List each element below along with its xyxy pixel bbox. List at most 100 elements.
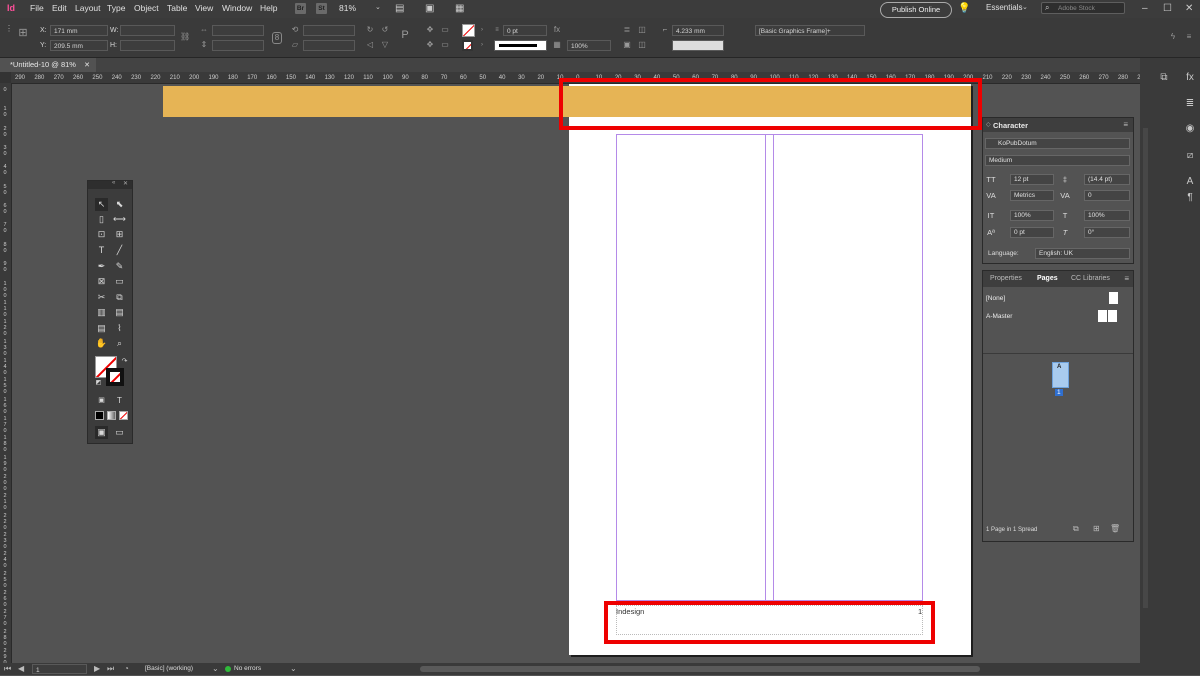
gradient-swatch-tool-icon[interactable]: ▥: [95, 306, 108, 319]
scissors-tool-icon[interactable]: ✂: [95, 291, 108, 304]
opacity-field[interactable]: 100%: [567, 40, 611, 51]
previous-page-icon[interactable]: ◀: [18, 664, 24, 673]
rotate-cw-icon[interactable]: ↻: [365, 25, 375, 35]
menu-edit[interactable]: Edit: [52, 3, 67, 13]
a-master-right-thumbnail[interactable]: [1108, 310, 1117, 322]
x-position-field[interactable]: 171 mm: [50, 25, 108, 36]
menu-help[interactable]: Help: [260, 3, 277, 13]
font-size-field[interactable]: 12 pt: [1010, 174, 1054, 185]
free-transform-tool-icon[interactable]: ⧉: [113, 291, 126, 304]
tools-panel-header[interactable]: « ✕: [88, 180, 132, 189]
font-style-select[interactable]: Medium: [985, 155, 1130, 166]
page-number-field[interactable]: 1: [32, 664, 87, 674]
scale-x-field[interactable]: [212, 25, 264, 36]
pencil-tool-icon[interactable]: ✎: [113, 260, 126, 273]
menu-window[interactable]: Window: [222, 3, 252, 13]
shear-field[interactable]: [303, 40, 355, 51]
vertical-ruler[interactable]: 01 02 03 04 05 06 07 08 09 01 0 01 1 01 …: [0, 83, 12, 666]
lightbulb-icon[interactable]: 💡: [958, 3, 970, 14]
preflight-status[interactable]: No errors: [234, 665, 261, 672]
note-tool-icon[interactable]: ▤: [95, 322, 108, 335]
select-container-icon[interactable]: ✥: [425, 25, 435, 35]
default-colors-icon[interactable]: ◩: [92, 377, 105, 390]
kerning-field[interactable]: Metrics: [1010, 190, 1054, 201]
page-size-icon[interactable]: ⧉: [1073, 524, 1079, 534]
dimension-field[interactable]: 4.233 mm: [672, 25, 724, 36]
panel-menu-icon[interactable]: ≡: [1124, 274, 1129, 283]
fill-swatch-icon[interactable]: [462, 24, 475, 37]
maximize-icon[interactable]: ☐: [1163, 3, 1172, 14]
menu-layout[interactable]: Layout: [75, 3, 101, 13]
character-styles-icon[interactable]: A: [1183, 175, 1197, 189]
flip-horizontal-icon[interactable]: ◁: [365, 40, 375, 50]
chevron-down-icon[interactable]: ⌄: [212, 664, 219, 673]
direct-selection-tool-icon[interactable]: ⬉: [113, 198, 126, 211]
horizontal-scrollbar[interactable]: [420, 666, 980, 672]
adobe-stock-search[interactable]: Adobe Stock: [1041, 2, 1125, 14]
select-previous-icon[interactable]: ▭: [440, 40, 450, 50]
reference-point-icon[interactable]: ⊞: [18, 28, 28, 39]
link-icon[interactable]: ⛓: [180, 32, 190, 42]
formatting-container-icon[interactable]: ▣: [95, 394, 108, 407]
corner-icon[interactable]: ◫: [637, 40, 647, 50]
paragraph-styles-icon[interactable]: ¶: [1183, 191, 1197, 205]
stroke-swatch-icon[interactable]: [462, 40, 473, 51]
eyedropper-tool-icon[interactable]: ⌇: [113, 322, 126, 335]
effects-panel-icon[interactable]: fx: [1183, 71, 1197, 85]
horizontal-scale-field[interactable]: 100%: [1084, 210, 1130, 221]
none-master-thumbnail[interactable]: [1109, 292, 1118, 304]
first-page-icon[interactable]: ⏮: [4, 664, 11, 674]
rectangle-frame-tool-icon[interactable]: ⊠: [95, 275, 108, 288]
new-page-icon[interactable]: ⊞: [1093, 524, 1100, 533]
tracking-field[interactable]: 0: [1084, 190, 1130, 201]
constrain-proportions-icon[interactable]: 8: [272, 32, 282, 44]
corner-shape-select[interactable]: [672, 40, 724, 51]
delete-page-icon[interactable]: 🗑: [1110, 524, 1120, 533]
line-tool-icon[interactable]: ╱: [113, 244, 126, 257]
leading-field[interactable]: (14.4 pt): [1084, 174, 1130, 185]
zoom-level[interactable]: 81%: [339, 3, 356, 13]
next-page-icon[interactable]: ▶: [94, 664, 100, 673]
formatting-text-icon[interactable]: T: [113, 394, 126, 407]
y-position-field[interactable]: 209.5 mm: [50, 40, 108, 51]
arrange-documents-icon[interactable]: ▦: [455, 3, 464, 14]
stroke-panel-icon[interactable]: ≣: [1183, 97, 1197, 111]
selection-tool-icon[interactable]: ↖: [95, 198, 108, 211]
content-collector-tool-icon[interactable]: ⊡: [95, 228, 108, 241]
rectangle-tool-icon[interactable]: ▭: [113, 275, 126, 288]
last-page-icon[interactable]: ⏭: [107, 664, 114, 674]
type-tool-icon[interactable]: T: [95, 244, 108, 257]
pen-tool-icon[interactable]: ✒: [95, 260, 108, 273]
chevron-down-icon[interactable]: ⌄: [290, 664, 297, 673]
baseline-shift-field[interactable]: 0 pt: [1010, 227, 1054, 238]
menu-type[interactable]: Type: [107, 3, 125, 13]
object-style-select[interactable]: [Basic Graphics Frame]+: [755, 25, 865, 36]
page-tool-icon[interactable]: ▯: [95, 213, 108, 226]
content-placer-tool-icon[interactable]: ⊞: [113, 228, 126, 241]
a-master-left-thumbnail[interactable]: [1098, 310, 1107, 322]
chevron-down-icon[interactable]: ⌄: [375, 3, 381, 11]
view-options-icon[interactable]: ▤: [395, 3, 404, 14]
character-panel-header[interactable]: ◇ Character ≡: [983, 118, 1133, 132]
paragraph-icon[interactable]: P: [400, 30, 410, 41]
a-master-label[interactable]: A-Master: [986, 313, 1012, 320]
rotation-field[interactable]: [303, 25, 355, 36]
language-select[interactable]: English: UK: [1035, 248, 1130, 259]
stock-button[interactable]: St: [316, 3, 327, 14]
lightning-icon[interactable]: ϟ: [1168, 32, 1178, 42]
menu-object[interactable]: Object: [134, 3, 159, 13]
links-panel-icon[interactable]: ⧉: [1157, 71, 1171, 85]
swap-colors-icon[interactable]: ↷: [118, 355, 131, 368]
width-field[interactable]: [120, 25, 175, 36]
tab-cc-libraries[interactable]: CC Libraries: [1071, 275, 1110, 282]
ruler-origin[interactable]: [0, 72, 11, 83]
publish-online-button[interactable]: Publish Online: [880, 2, 952, 18]
document-page[interactable]: [569, 84, 971, 655]
bridge-button[interactable]: Br: [295, 3, 306, 14]
color-panel-icon[interactable]: ◉: [1183, 122, 1197, 136]
wrap-icon[interactable]: ≣: [622, 25, 632, 35]
menu-table[interactable]: Table: [167, 3, 187, 13]
vertical-scale-field[interactable]: 100%: [1010, 210, 1054, 221]
normal-view-icon[interactable]: ▣: [95, 426, 108, 439]
workspace-switcher[interactable]: Essentials: [986, 3, 1022, 12]
